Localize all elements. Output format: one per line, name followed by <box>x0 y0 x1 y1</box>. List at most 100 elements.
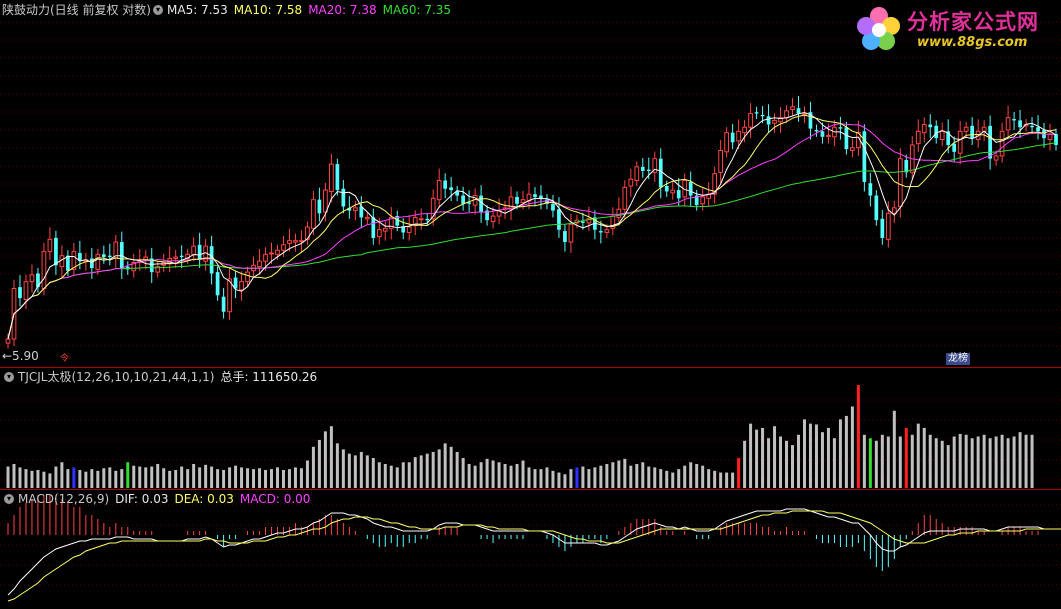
volume-bar <box>856 385 860 488</box>
volume-bar <box>665 470 669 488</box>
ma10-label: MA10: 7.58 <box>233 3 303 17</box>
price-low-label: ←5.90 <box>2 349 39 363</box>
volume-bar <box>575 467 579 488</box>
candle-body-up <box>29 274 35 283</box>
candle-body-up <box>963 126 969 132</box>
candle-body-down <box>557 209 561 230</box>
candle-body-up <box>568 223 574 243</box>
chart-stage[interactable]: 陕鼓动力(日线 前复权 对数) ▾ MA5: 7.53 MA10: 7.58 MA20:… <box>0 0 1061 609</box>
volume-bar <box>210 466 214 488</box>
candle-body-down <box>371 217 376 238</box>
volume-bar <box>814 424 818 488</box>
volume-bar <box>461 457 465 488</box>
candle-body-up <box>257 260 262 268</box>
volume-bar <box>934 438 938 488</box>
volume-bar <box>258 468 262 488</box>
volume-bar <box>216 469 220 488</box>
volume-bar <box>156 463 160 488</box>
panel-separator-1 <box>0 367 1061 368</box>
volume-bar <box>335 443 339 488</box>
candle-body-down <box>646 169 651 171</box>
price-chart[interactable] <box>0 0 1061 609</box>
candle-body-down <box>1018 120 1022 128</box>
volume-bar <box>419 455 423 488</box>
volume-bar <box>383 463 387 488</box>
candle-body-down <box>1030 125 1034 128</box>
volume-bar <box>485 458 489 488</box>
logo-url: www.88gs.com <box>917 35 1028 50</box>
volume-bar <box>557 472 561 488</box>
volume-bar <box>299 468 303 488</box>
volume-bar <box>677 469 681 488</box>
volume-bar <box>371 457 375 488</box>
candle-body-up <box>191 245 197 255</box>
ma10-line <box>7 114 1057 340</box>
candle-body-up <box>742 126 747 134</box>
volume-bar <box>976 436 980 488</box>
volume-bar <box>802 419 806 488</box>
volume-bar <box>395 467 399 488</box>
candle-body-down <box>179 255 184 258</box>
volume-bar <box>12 463 16 488</box>
candle-body-down <box>934 125 939 139</box>
volume-bar <box>186 469 190 488</box>
volume-bar <box>946 445 950 488</box>
candle-body-down <box>515 196 519 204</box>
candle-body-up <box>406 226 412 233</box>
candle-body-down <box>844 127 849 150</box>
volume-bar <box>407 462 411 488</box>
volume-bar <box>443 443 447 488</box>
ma20-label: MA20: 7.38 <box>308 3 377 17</box>
candle-body-down <box>814 129 819 132</box>
volume-bar <box>779 436 783 488</box>
candle-body-up <box>239 281 244 291</box>
volume-bar <box>377 462 381 488</box>
volume-bar <box>293 467 297 488</box>
volume-bar <box>796 434 800 488</box>
volume-bar <box>599 465 603 488</box>
volume-bar <box>982 434 986 488</box>
dropdown-icon[interactable]: ▾ <box>153 4 163 15</box>
volume-bar <box>431 451 435 488</box>
candle-body-down <box>18 287 22 299</box>
volume-bar <box>329 426 333 488</box>
volume-bar <box>1024 434 1028 488</box>
candle-body-down <box>443 180 448 189</box>
candle-body-down <box>970 125 975 139</box>
candle-body-up <box>718 149 723 173</box>
candle-body-up <box>311 199 316 229</box>
candle-body-down <box>1036 127 1040 132</box>
volume-bar <box>707 469 711 488</box>
dragon-list-badge[interactable]: 龙榜 <box>946 353 970 365</box>
candle-body-down <box>215 272 220 296</box>
event-badge-left[interactable]: 令 <box>60 354 69 364</box>
candle-body-down <box>988 125 992 159</box>
dropdown-icon[interactable]: ▾ <box>4 493 14 504</box>
volume-bar <box>204 464 208 488</box>
candle-body-up <box>436 180 442 201</box>
dropdown-icon[interactable]: ▾ <box>4 371 14 382</box>
ma60-label: MA60: 7.35 <box>382 3 452 17</box>
volume-bar <box>898 436 902 488</box>
volume-bar <box>832 438 836 488</box>
candle-body-down <box>820 131 825 137</box>
volume-bar <box>527 467 531 488</box>
candle-body-up <box>772 119 777 124</box>
volume-bar <box>785 440 789 488</box>
candle-body-down <box>760 114 765 117</box>
volume-bar <box>892 410 896 488</box>
ma5-label: MA5: 7.53 <box>167 3 228 17</box>
volume-bar <box>198 467 202 488</box>
dea-label: DEA: 0.03 <box>174 492 234 506</box>
main-header: 陕鼓动力(日线 前复权 对数) ▾ MA5: 7.53 MA10: 7.58 MA20:… <box>2 2 451 18</box>
candle-body-up <box>269 252 274 255</box>
volume-bar <box>958 433 962 488</box>
candle-body-down <box>1012 119 1016 121</box>
volume-bar <box>365 455 369 488</box>
flower-logo-icon <box>857 7 900 50</box>
candle-body-up <box>891 207 897 214</box>
volume-bar <box>234 465 238 488</box>
volume-bar <box>222 469 226 488</box>
volume-bar <box>916 423 920 488</box>
candle-body-up <box>1005 117 1011 131</box>
